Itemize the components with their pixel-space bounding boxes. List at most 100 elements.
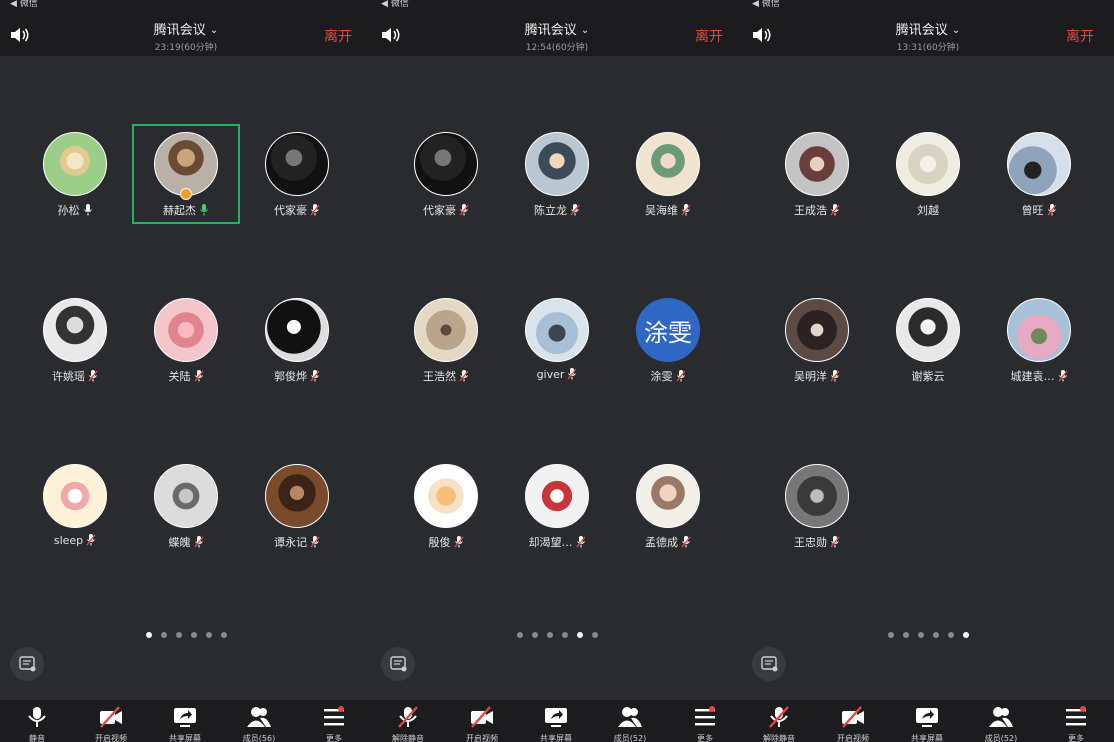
mic-muted-icon bbox=[567, 204, 580, 217]
toolbar-button[interactable]: 共享屏幕 bbox=[520, 706, 592, 742]
participant-tile[interactable]: 代家豪 bbox=[392, 124, 500, 224]
toolbar-button-label: 成员(52) bbox=[613, 734, 647, 742]
back-to-wechat-link[interactable]: ◀ 微信 bbox=[10, 0, 38, 9]
participant-name-row: 孙松 bbox=[21, 202, 129, 218]
leave-button[interactable]: 离开 bbox=[695, 26, 723, 46]
page-dot[interactable] bbox=[932, 632, 939, 638]
leave-button[interactable]: 离开 bbox=[1066, 26, 1094, 46]
toolbar-button[interactable]: 解除静音 bbox=[743, 706, 815, 742]
mic-muted-icon bbox=[191, 370, 204, 383]
chevron-down-icon: ⌄ bbox=[951, 25, 961, 36]
mic-muted-icon bbox=[83, 534, 96, 547]
participant-tile[interactable]: 城建袁… bbox=[985, 290, 1093, 390]
toolbar-button[interactable]: 更多 bbox=[669, 706, 741, 742]
toolbar-button[interactable]: 开启视频 bbox=[446, 706, 518, 742]
participant-tile[interactable]: 陈立龙 bbox=[503, 124, 611, 224]
toolbar-button[interactable]: 成员(52) bbox=[965, 706, 1037, 742]
meeting-duration: 12:54(60分钟) bbox=[525, 43, 589, 53]
participant-tile[interactable]: 王浩然 bbox=[392, 290, 500, 390]
page-dot[interactable] bbox=[947, 632, 954, 638]
chat-button[interactable] bbox=[752, 647, 786, 681]
mic-muted-icon bbox=[564, 368, 577, 381]
participant-tile[interactable]: 许姚瑶 bbox=[21, 290, 129, 390]
toolbar-button[interactable]: 静音 bbox=[1, 706, 73, 742]
meeting-screen: ◀ 微信 腾讯会议 ⌄ 12:54(60分钟) 离开 代家豪 陈立龙 吴海维 王浩然 giver 涂… bbox=[371, 0, 743, 742]
participant-name-row: sleep bbox=[21, 534, 129, 547]
participant-tile[interactable]: 吴明洋 bbox=[763, 290, 871, 390]
participant-name-row: 涂雯 bbox=[614, 368, 722, 384]
page-dot[interactable] bbox=[591, 632, 598, 638]
meeting-title-dropdown[interactable]: 腾讯会议 ⌄ bbox=[742, 19, 1114, 38]
participant-name: 王成浩 bbox=[794, 204, 827, 217]
participant-tile[interactable]: 蝶魄 bbox=[132, 456, 240, 556]
toolbar-button[interactable]: 解除静音 bbox=[372, 706, 444, 742]
avatar bbox=[265, 298, 329, 362]
page-dot[interactable] bbox=[962, 632, 969, 638]
page-dot[interactable] bbox=[220, 632, 227, 638]
participant-tile[interactable]: 却渴望… bbox=[503, 456, 611, 556]
participant-tile[interactable]: 赫起杰 bbox=[132, 124, 240, 224]
chat-button[interactable] bbox=[381, 647, 415, 681]
participant-tile[interactable]: 代家豪 bbox=[243, 124, 351, 224]
avatar bbox=[43, 298, 107, 362]
page-dot[interactable] bbox=[190, 632, 197, 638]
participant-name-row: 陈立龙 bbox=[503, 202, 611, 218]
toolbar-button[interactable]: 成员(52) bbox=[594, 706, 666, 742]
page-dot[interactable] bbox=[160, 632, 167, 638]
toolbar-button-label: 共享屏幕 bbox=[169, 734, 201, 742]
page-dot[interactable] bbox=[917, 632, 924, 638]
participant-tile[interactable]: 谭永记 bbox=[243, 456, 351, 556]
avatar bbox=[414, 132, 478, 196]
participant-name-row: 刘越 bbox=[874, 202, 982, 218]
participant-tile[interactable]: 吴海维 bbox=[614, 124, 722, 224]
page-dot[interactable] bbox=[887, 632, 894, 638]
share-screen-icon bbox=[891, 706, 963, 728]
participant-tile[interactable]: 殷俊 bbox=[392, 456, 500, 556]
page-dot[interactable] bbox=[205, 632, 212, 638]
meeting-title-dropdown[interactable]: 腾讯会议 ⌄ bbox=[0, 19, 372, 38]
page-dot[interactable] bbox=[145, 632, 152, 638]
participant-name-row: 郭俊烨 bbox=[243, 368, 351, 384]
participant-tile[interactable]: 谢紫云 bbox=[874, 290, 982, 390]
back-to-wechat-link[interactable]: ◀ 微信 bbox=[381, 0, 409, 9]
participant-tile[interactable]: 涂雯 涂雯 bbox=[614, 290, 722, 390]
page-dot[interactable] bbox=[175, 632, 182, 638]
participant-name-row: 代家豪 bbox=[243, 202, 351, 218]
page-dot[interactable] bbox=[576, 632, 583, 638]
page-dot[interactable] bbox=[531, 632, 538, 638]
toolbar-button[interactable]: 共享屏幕 bbox=[891, 706, 963, 742]
toolbar-button[interactable]: 成员(56) bbox=[223, 706, 295, 742]
toolbar-button-label: 开启视频 bbox=[837, 734, 869, 742]
toolbar-button[interactable]: 更多 bbox=[298, 706, 370, 742]
chat-button[interactable] bbox=[10, 647, 44, 681]
page-dot[interactable] bbox=[561, 632, 568, 638]
participant-tile[interactable]: 郭俊烨 bbox=[243, 290, 351, 390]
participant-name: 谢紫云 bbox=[911, 370, 945, 383]
participant-tile[interactable]: 孟德成 bbox=[614, 456, 722, 556]
meeting-title-dropdown[interactable]: 腾讯会议 ⌄ bbox=[371, 19, 743, 38]
participant-name: 蝶魄 bbox=[168, 536, 191, 549]
avatar: 涂雯 bbox=[636, 298, 700, 362]
back-to-wechat-link[interactable]: ◀ 微信 bbox=[752, 0, 780, 9]
page-dot[interactable] bbox=[516, 632, 523, 638]
participant-tile[interactable]: 曾旺 bbox=[985, 124, 1093, 224]
participant-name: 陈立龙 bbox=[534, 204, 567, 217]
participant-tile[interactable]: 刘越 bbox=[874, 124, 982, 224]
participant-tile[interactable]: 王成浩 bbox=[763, 124, 871, 224]
toolbar-button[interactable]: 开启视频 bbox=[817, 706, 889, 742]
participant-tile[interactable]: 孙松 bbox=[21, 124, 129, 224]
leave-button[interactable]: 离开 bbox=[324, 26, 352, 46]
participant-tile[interactable]: 王忠勋 bbox=[763, 456, 871, 556]
mic-muted-icon bbox=[307, 370, 320, 383]
avatar bbox=[154, 298, 218, 362]
participant-tile[interactable]: giver bbox=[503, 290, 611, 390]
participant-tile[interactable]: sleep bbox=[21, 456, 129, 556]
page-dot[interactable] bbox=[902, 632, 909, 638]
participant-tile[interactable]: 关陆 bbox=[132, 290, 240, 390]
toolbar-button[interactable]: 更多 bbox=[1040, 706, 1112, 742]
mic-muted-icon bbox=[827, 204, 840, 217]
toolbar-button[interactable]: 开启视频 bbox=[75, 706, 147, 742]
page-indicator bbox=[0, 632, 372, 638]
toolbar-button[interactable]: 共享屏幕 bbox=[149, 706, 221, 742]
page-dot[interactable] bbox=[546, 632, 553, 638]
